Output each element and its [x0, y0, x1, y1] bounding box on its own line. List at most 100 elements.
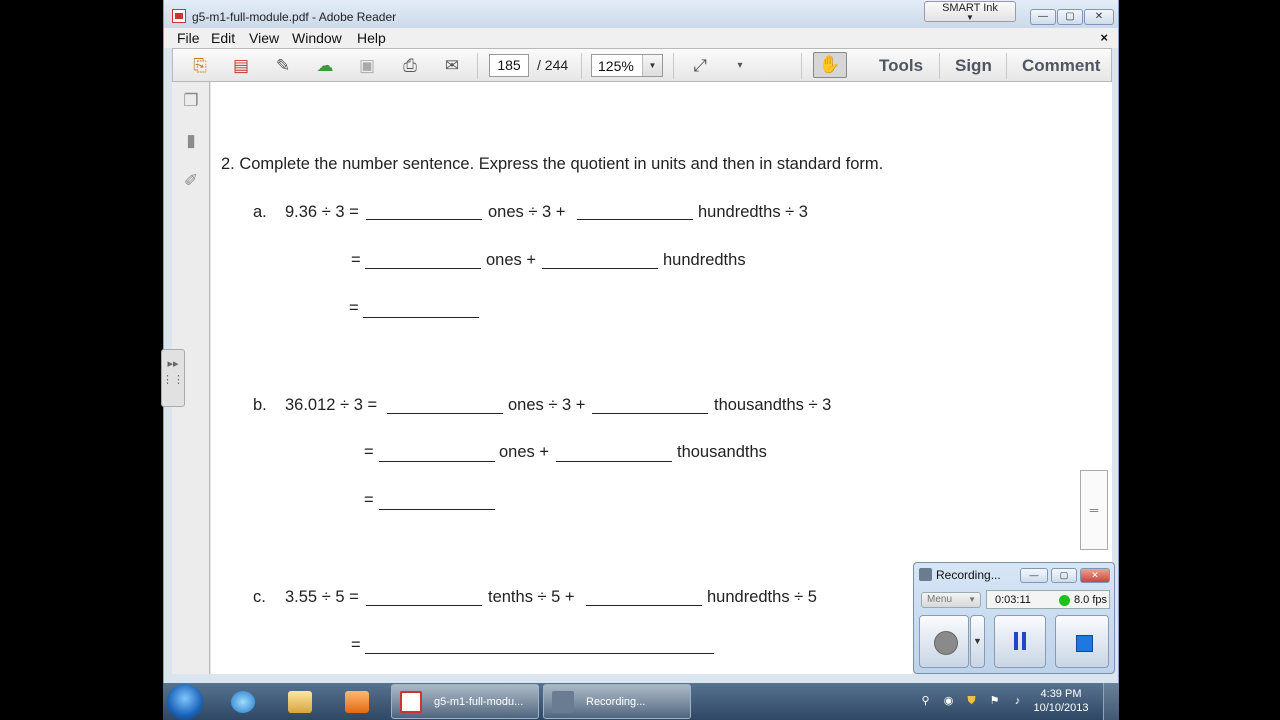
pdf-icon	[400, 691, 422, 713]
tools-pane-button[interactable]: Tools	[879, 56, 923, 76]
part-b-line1-mid: ones ÷ 3 +	[508, 396, 586, 414]
page-number-input[interactable]: 185	[489, 54, 529, 77]
zoom-value: 125%	[598, 58, 634, 74]
sign-pane-button[interactable]: Sign	[955, 56, 992, 76]
media-player-icon[interactable]	[332, 685, 382, 718]
part-c-line1-expr: 3.55 ÷ 5 =	[285, 588, 359, 606]
menu-view[interactable]: View	[249, 30, 279, 46]
email-icon[interactable]: ✉	[441, 56, 463, 76]
toolbar-divider	[1006, 53, 1007, 79]
menu-edit[interactable]: Edit	[211, 30, 235, 46]
flag-tray-icon[interactable]: ⚑	[988, 695, 1001, 708]
part-b-line1-end: thousandths ÷ 3	[714, 396, 832, 414]
network-tray-icon[interactable]: ⚲	[919, 695, 932, 708]
internet-explorer-icon[interactable]	[218, 685, 268, 718]
part-b-line2-end: thousandths	[677, 443, 767, 461]
recorder-menu-dropdown[interactable]: Menu ▼	[921, 592, 981, 608]
security-tray-icon[interactable]: ⛊	[965, 695, 978, 708]
taskbar: g5-m1-full-modu... Recording... ⚲ ◉ ⛊ ⚑ …	[163, 683, 1119, 720]
record-options-chevron-down-icon[interactable]: ▼	[970, 615, 985, 668]
show-desktop-button[interactable]	[1103, 683, 1119, 720]
part-a-line2-eq: =	[351, 251, 361, 269]
recorder-title: Recording...	[936, 568, 1001, 582]
frame-rate: 8.0 fps	[1074, 594, 1108, 606]
record-button[interactable]	[919, 615, 969, 668]
part-a-line1-expr: 9.36 ÷ 3 =	[285, 203, 359, 221]
recorder-maximize-button[interactable]: ▢	[1051, 568, 1077, 583]
menu-bar: File Edit View Window Help ×	[164, 28, 1118, 48]
part-b-line1-expr: 36.012 ÷ 3 =	[285, 396, 378, 414]
recording-panel: Recording... — ▢ ✕ Menu ▼ 0:03:11 8.0 fp…	[913, 562, 1115, 674]
attachments-icon[interactable]: ✐	[180, 170, 202, 192]
toolbar-divider	[477, 53, 478, 79]
recorder-tray-icon[interactable]: ◉	[942, 695, 955, 708]
part-a-line3-eq: =	[349, 299, 359, 317]
maximize-button[interactable]: ▢	[1057, 9, 1083, 25]
bookmarks-icon[interactable]: ▮	[180, 130, 202, 152]
part-c-line2-eq: =	[351, 636, 361, 654]
part-b-line2-mid: ones +	[499, 443, 549, 461]
chevron-down-icon[interactable]: ▼	[642, 55, 662, 76]
answer-blank	[542, 268, 658, 269]
clock-date: 10/10/2013	[1033, 702, 1089, 714]
vertical-scroll-thumb[interactable]: ═	[1080, 470, 1108, 550]
answer-blank	[365, 268, 481, 269]
convert-icon[interactable]: ▤	[230, 56, 252, 76]
part-a-label: a.	[253, 203, 267, 221]
answer-blank	[592, 413, 708, 414]
create-pdf-icon[interactable]: ⎘	[189, 56, 211, 76]
comment-pane-button[interactable]: Comment	[1022, 56, 1100, 76]
part-a-line2-mid: ones +	[486, 251, 536, 269]
chevron-down-icon[interactable]: ▾	[729, 56, 751, 76]
menu-file[interactable]: File	[177, 30, 200, 46]
fit-page-icon[interactable]: ⤢	[689, 56, 711, 76]
smart-ink-button[interactable]: SMART Ink ▼	[924, 1, 1016, 22]
recorder-minimize-button[interactable]: —	[1020, 568, 1048, 583]
answer-blank	[366, 605, 482, 606]
clock-time: 4:39 PM	[1040, 688, 1082, 700]
taskbar-task-label: g5-m1-full-modu...	[434, 696, 524, 708]
taskbar-task-label: Recording...	[586, 696, 646, 708]
recorder-icon	[552, 691, 574, 713]
print-icon[interactable]: ⎙	[399, 56, 421, 76]
answer-blank	[379, 461, 495, 462]
recorder-close-button[interactable]: ✕	[1080, 568, 1110, 583]
page-total: / 244	[537, 57, 569, 73]
upload-cloud-icon[interactable]: ☁	[314, 56, 336, 76]
zoom-select[interactable]: 125% ▼	[591, 54, 663, 77]
system-clock[interactable]: 4:39 PM 10/10/2013	[1031, 687, 1091, 715]
close-document-button[interactable]: ×	[1100, 30, 1108, 45]
menu-window[interactable]: Window	[292, 30, 342, 46]
part-a-line2-end: hundredths	[663, 251, 746, 269]
part-c-line1-end: hundredths ÷ 5	[707, 588, 817, 606]
navigation-pane-handle[interactable]: ▸▸ ⋮⋮	[161, 349, 185, 407]
hand-tool-icon[interactable]: ✋	[813, 52, 847, 78]
edit-icon[interactable]: ✎	[272, 56, 294, 76]
close-window-button[interactable]: ✕	[1084, 9, 1114, 25]
answer-blank	[366, 219, 482, 220]
toolbar-divider	[581, 53, 582, 79]
pdf-app-icon	[172, 9, 186, 23]
part-a-line1-end: hundredths ÷ 3	[698, 203, 808, 221]
part-a-line1-mid: ones ÷ 3 +	[488, 203, 566, 221]
window-title: g5-m1-full-module.pdf - Adobe Reader	[192, 10, 397, 24]
part-b-label: b.	[253, 396, 267, 414]
main-toolbar: ⎘ ▤ ✎ ☁ ▣ ⎙ ✉ 185 / 244 125% ▼ ⤢ ▾ ✋ Too…	[172, 48, 1112, 82]
taskbar-task-recorder[interactable]: Recording...	[543, 684, 691, 719]
toolbar-divider	[801, 53, 802, 79]
minimize-button[interactable]: —	[1030, 9, 1056, 25]
volume-tray-icon[interactable]: ♪	[1011, 695, 1024, 708]
page-thumbnails-icon[interactable]: ❐	[180, 90, 202, 112]
toolbar-divider	[939, 53, 940, 79]
menu-help[interactable]: Help	[357, 30, 386, 46]
file-explorer-icon[interactable]	[275, 685, 325, 718]
start-button[interactable]	[167, 684, 203, 720]
answer-blank	[365, 653, 714, 654]
save-icon[interactable]: ▣	[356, 56, 378, 76]
taskbar-task-adobe-reader[interactable]: g5-m1-full-modu...	[391, 684, 539, 719]
stop-button[interactable]	[1055, 615, 1109, 668]
pause-button[interactable]	[994, 615, 1046, 668]
answer-blank	[586, 605, 702, 606]
part-b-line3-eq: =	[364, 491, 374, 509]
answer-blank	[363, 317, 479, 318]
